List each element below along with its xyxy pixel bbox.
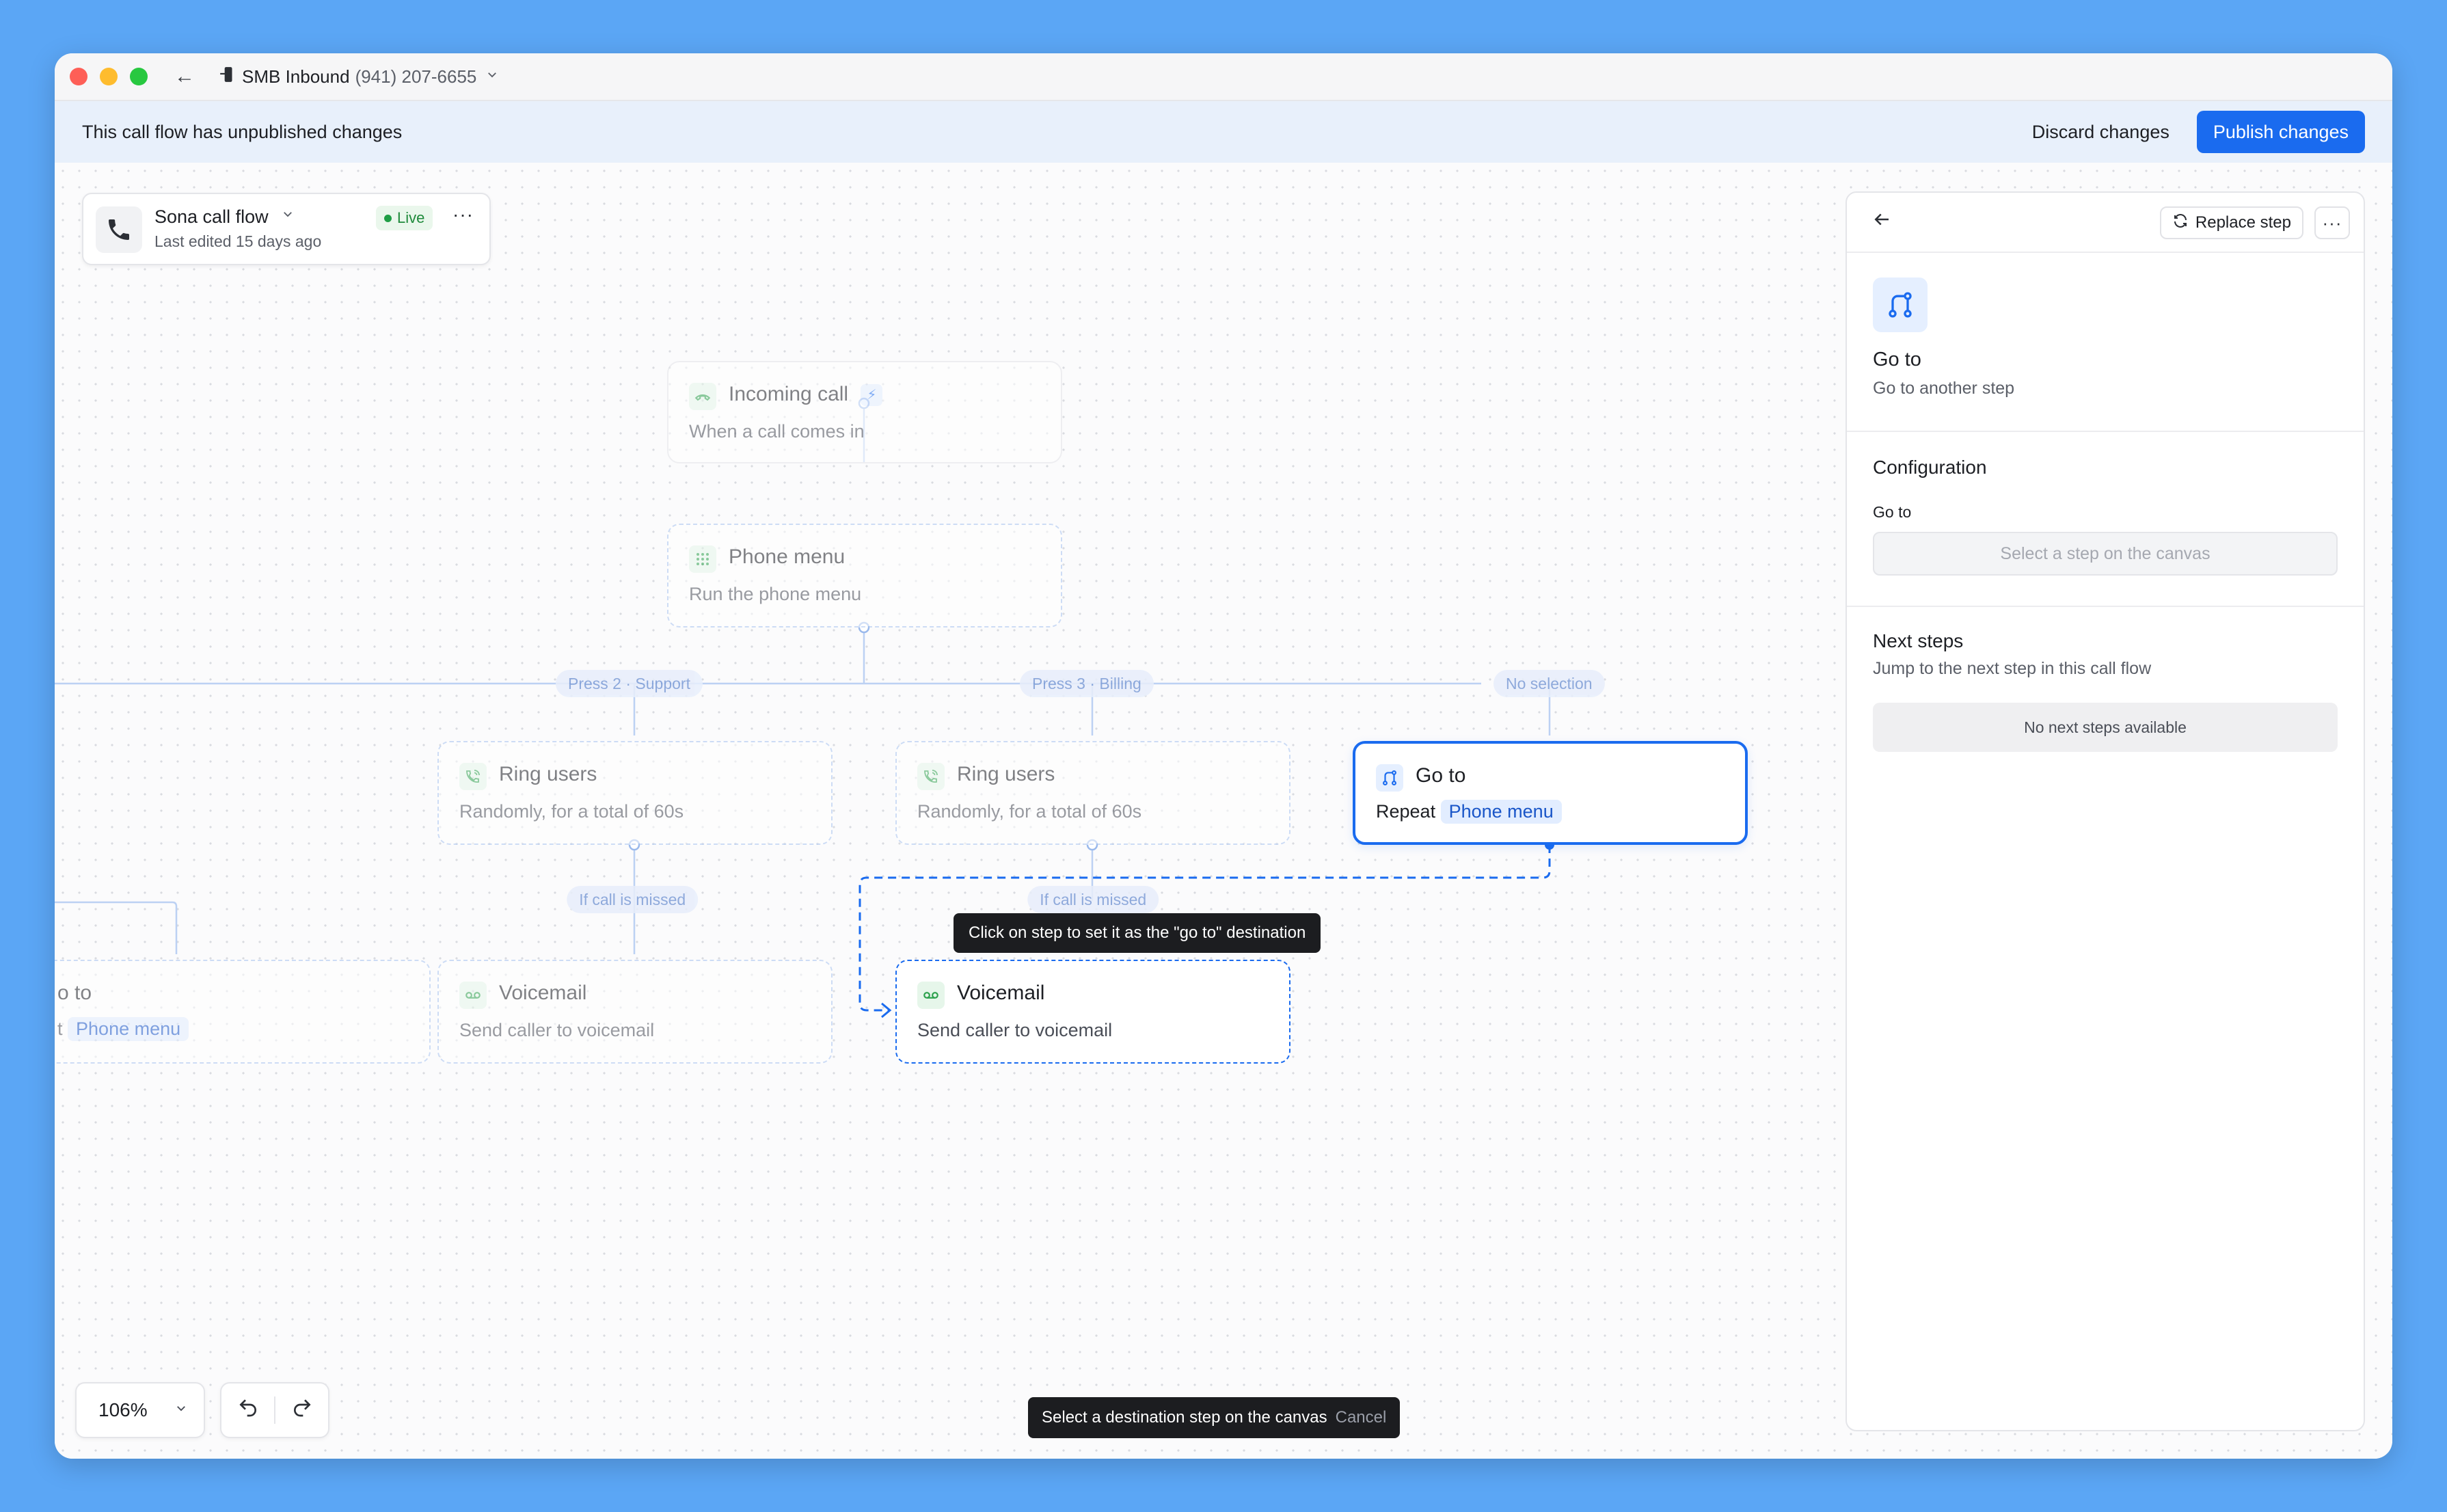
more-options-icon[interactable]: ··· xyxy=(2314,206,2350,239)
node-subtitle: Repeat Phone menu xyxy=(1376,800,1562,824)
goto-destination-field[interactable] xyxy=(1873,532,2338,576)
live-label: Live xyxy=(397,209,425,226)
branch-label-missed-2: If call is missed xyxy=(1027,886,1159,913)
ring-users-node-1[interactable]: Ring users Randomly, for a total of 60s xyxy=(437,741,833,845)
ring-users-node-2[interactable]: Ring users Randomly, for a total of 60s xyxy=(895,741,1290,845)
number-selector[interactable]: SMB Inbound (941) 207-6655 xyxy=(219,66,498,88)
branch-label-press2: Press 2 · Support xyxy=(556,670,703,697)
next-steps-subtitle: Jump to the next step in this call flow xyxy=(1873,659,2152,678)
destination-tooltip: Click on step to set it as the "go to" d… xyxy=(954,913,1321,953)
voicemail-icon xyxy=(917,982,945,1009)
node-title: Ring users xyxy=(957,763,1055,785)
node-title: Voicemail xyxy=(499,982,587,1004)
flow-canvas[interactable]: Sona call flow Live ··· Last edited 15 d… xyxy=(55,163,2392,1459)
goto-field-label: Go to xyxy=(1873,503,1912,521)
phone-icon xyxy=(96,206,142,253)
window-controls xyxy=(70,68,148,85)
node-title: Voicemail xyxy=(957,982,1045,1004)
step-title: Go to xyxy=(1873,349,1921,370)
goto-target-tag: Phone menu xyxy=(68,1017,189,1041)
node-subtitle: Randomly, for a total of 60s xyxy=(917,801,1142,822)
discard-changes-button[interactable]: Discard changes xyxy=(2032,122,2169,143)
goto-target-tag: Phone menu xyxy=(1440,800,1562,824)
phone-icon xyxy=(219,66,236,88)
voicemail-icon xyxy=(459,982,487,1009)
app-window: ← SMB Inbound (941) 207-6655 This call f… xyxy=(55,53,2392,1459)
chevron-down-icon[interactable] xyxy=(282,208,294,224)
node-subtitle: Randomly, for a total of 60s xyxy=(459,801,684,822)
incoming-call-node[interactable]: Incoming call ⚡ When a call comes in xyxy=(667,361,1062,463)
cancel-button[interactable]: Cancel xyxy=(1336,1408,1387,1427)
voicemail-node-1[interactable]: Voicemail Send caller to voicemail xyxy=(437,960,833,1064)
back-arrow-icon[interactable]: ← xyxy=(171,65,198,88)
step-subtitle: Go to another step xyxy=(1873,379,2015,398)
last-edited-text: Last edited 15 days ago xyxy=(154,232,322,250)
call-flow-card[interactable]: Sona call flow Live ··· Last edited 15 d… xyxy=(82,193,491,265)
phone-menu-node[interactable]: Phone menu Run the phone menu xyxy=(667,524,1062,627)
node-subtitle: Send caller to voicemail xyxy=(459,1020,655,1040)
goto-node-selected[interactable]: Go to Repeat Phone menu xyxy=(1353,741,1748,845)
branch-label-press3: Press 3 · Billing xyxy=(1020,670,1154,697)
refresh-icon xyxy=(2172,213,2189,234)
maximize-window-button[interactable] xyxy=(130,68,148,85)
banner-actions: Discard changes Publish changes xyxy=(2032,111,2365,153)
line-name: SMB Inbound xyxy=(242,66,350,87)
phone-ring-icon xyxy=(917,763,945,790)
hint-text: Select a destination step on the canvas xyxy=(1042,1408,1327,1427)
banner-message: This call flow has unpublished changes xyxy=(82,121,403,142)
step-summary: Go to Go to another step xyxy=(1847,253,2364,432)
branch-label-missed-1: If call is missed xyxy=(567,886,699,913)
goto-icon xyxy=(1376,764,1403,792)
node-subtitle: Send caller to voicemail xyxy=(917,1020,1113,1040)
live-status-badge: Live xyxy=(376,206,433,230)
panel-header: Replace step ··· xyxy=(1847,193,2364,253)
goto-prefix: t xyxy=(57,1018,63,1039)
configuration-title: Configuration xyxy=(1873,457,1987,478)
node-title: Go to xyxy=(1416,764,1466,787)
close-window-button[interactable] xyxy=(70,68,87,85)
node-subtitle: When a call comes in xyxy=(689,421,865,442)
line-number: (941) 207-6655 xyxy=(355,66,477,87)
live-dot-icon xyxy=(384,214,392,222)
node-title: Phone menu xyxy=(729,545,846,568)
replace-step-button[interactable]: Replace step xyxy=(2159,206,2303,239)
node-subtitle: t Phone menu xyxy=(57,1017,189,1041)
chevron-down-icon xyxy=(175,1402,187,1418)
goto-prefix: Repeat xyxy=(1376,801,1436,822)
node-title: Incoming call ⚡ xyxy=(729,383,883,407)
publish-changes-button[interactable]: Publish changes xyxy=(2196,111,2365,153)
node-subtitle: Run the phone menu xyxy=(689,584,862,604)
incoming-call-title: Incoming call xyxy=(729,383,849,405)
step-details-panel: Replace step ··· Go to Go to another ste… xyxy=(1846,191,2365,1431)
zoom-selector[interactable]: 106% xyxy=(75,1382,205,1438)
node-title: Ring users xyxy=(499,763,597,785)
flow-name[interactable]: Sona call flow xyxy=(154,206,269,228)
more-options-icon[interactable]: ··· xyxy=(452,204,474,226)
next-steps-empty: No next steps available xyxy=(1873,703,2338,752)
minimize-window-button[interactable] xyxy=(100,68,118,85)
goto-node-left[interactable]: o to t Phone menu xyxy=(55,960,431,1064)
unpublished-banner: This call flow has unpublished changes D… xyxy=(55,101,2392,163)
incoming-call-icon xyxy=(689,383,716,410)
next-steps-title: Next steps xyxy=(1873,630,1964,651)
undo-button[interactable] xyxy=(221,1396,274,1425)
lightning-icon: ⚡ xyxy=(861,384,883,407)
goto-icon xyxy=(1873,278,1928,332)
redo-button[interactable] xyxy=(275,1396,328,1425)
undo-redo-group xyxy=(220,1382,329,1438)
back-arrow-icon[interactable] xyxy=(1871,209,1892,235)
node-title: o to xyxy=(57,982,92,1004)
title-bar: ← SMB Inbound (941) 207-6655 xyxy=(55,53,2392,101)
configuration-section: Configuration Go to xyxy=(1847,432,2364,607)
replace-step-label: Replace step xyxy=(2195,213,2291,232)
select-destination-hint: Select a destination step on the canvas … xyxy=(1028,1397,1401,1438)
grid-icon xyxy=(689,545,716,573)
phone-ring-icon xyxy=(459,763,487,790)
chevron-down-icon xyxy=(486,68,498,85)
branch-label-no-selection: No selection xyxy=(1493,670,1605,697)
zoom-value: 106% xyxy=(98,1399,148,1420)
next-steps-section: Next steps Jump to the next step in this… xyxy=(1847,607,2364,785)
voicemail-node-2[interactable]: Voicemail Send caller to voicemail xyxy=(895,960,1290,1064)
